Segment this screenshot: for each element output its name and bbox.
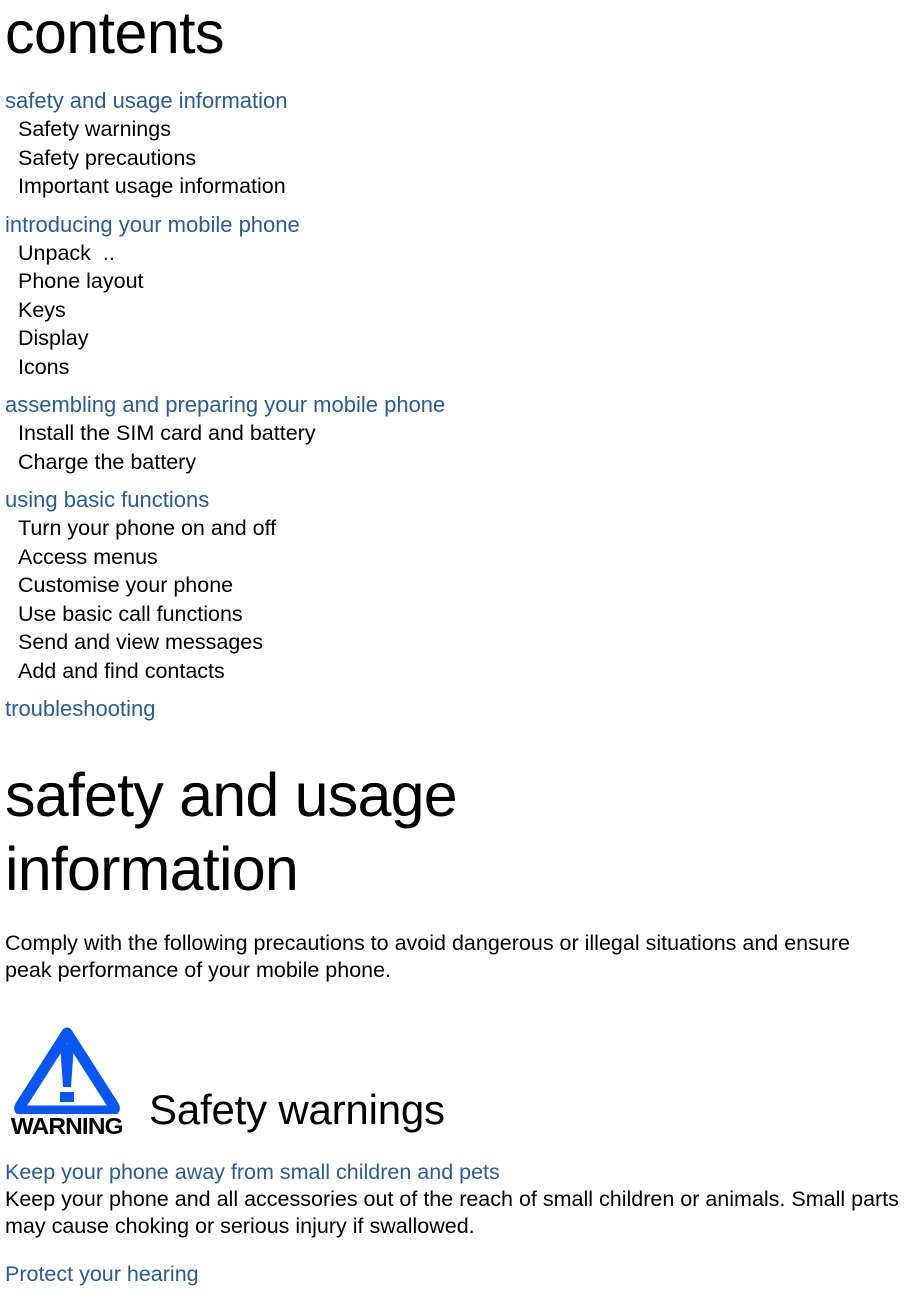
- toc-section-heading[interactable]: using basic functions: [5, 485, 900, 514]
- document-page: contents safety and usage information Sa…: [0, 0, 905, 1308]
- toc-section-heading[interactable]: safety and usage information: [5, 86, 900, 115]
- toc-entry[interactable]: Use basic call functions: [5, 600, 900, 629]
- toc-group: assembling and preparing your mobile pho…: [5, 390, 900, 476]
- warning-label: WARNING: [11, 1113, 124, 1139]
- toc-entry[interactable]: Keys: [5, 296, 900, 325]
- toc-section-heading[interactable]: troubleshooting: [5, 694, 900, 723]
- warning-badge: WARNING: [5, 1026, 129, 1138]
- toc-entry[interactable]: Important usage information: [5, 172, 900, 201]
- toc-entry[interactable]: Charge the battery: [5, 448, 900, 477]
- toc-entry[interactable]: Add and find contacts: [5, 657, 900, 686]
- chapter-title-line-2: information: [5, 835, 299, 903]
- toc-entry[interactable]: Customise your phone: [5, 571, 900, 600]
- toc-entry[interactable]: Phone layout: [5, 267, 900, 296]
- warning-subsection-title: Keep your phone away from small children…: [5, 1160, 500, 1184]
- toc-entry[interactable]: Display: [5, 324, 900, 353]
- warning-subsection: Keep your phone away from small children…: [5, 1138, 900, 1240]
- page-title: contents: [5, 0, 225, 66]
- toc-group: introducing your mobile phone Unpack .. …: [5, 210, 900, 382]
- toc-entry[interactable]: Turn your phone on and off: [5, 514, 900, 543]
- warning-subsection-title: Protect your hearing: [5, 1262, 199, 1286]
- toc-entry[interactable]: Safety warnings: [5, 115, 900, 144]
- toc-group: troubleshooting: [5, 694, 900, 723]
- warning-subsection: Protect your hearing: [5, 1240, 900, 1288]
- warning-triangle-icon: [14, 1027, 120, 1114]
- toc-section-heading[interactable]: introducing your mobile phone: [5, 210, 900, 239]
- toc-entry[interactable]: Install the SIM card and battery: [5, 419, 900, 448]
- chapter-title: safety and usage information: [5, 732, 900, 906]
- toc-entry[interactable]: Unpack ..: [5, 239, 900, 268]
- toc-entry[interactable]: Send and view messages: [5, 628, 900, 657]
- toc-entry[interactable]: Safety precautions: [5, 144, 900, 173]
- chapter-intro-paragraph: Comply with the following precautions to…: [5, 931, 850, 982]
- toc-group: safety and usage information Safety warn…: [5, 86, 900, 201]
- toc-entry[interactable]: Icons: [5, 353, 900, 382]
- safety-warnings-heading: Safety warnings: [149, 1086, 445, 1133]
- chapter-title-line-1: safety and usage: [5, 761, 458, 829]
- toc-group: using basic functions Turn your phone on…: [5, 485, 900, 685]
- toc-section-heading[interactable]: assembling and preparing your mobile pho…: [5, 390, 900, 419]
- toc-entry[interactable]: Access menus: [5, 543, 900, 572]
- warning-subsection-body: Keep your phone and all accessories out …: [5, 1187, 899, 1238]
- table-of-contents: safety and usage information Safety warn…: [5, 86, 900, 723]
- safety-warnings-header: WARNING Safety warnings: [5, 984, 900, 1138]
